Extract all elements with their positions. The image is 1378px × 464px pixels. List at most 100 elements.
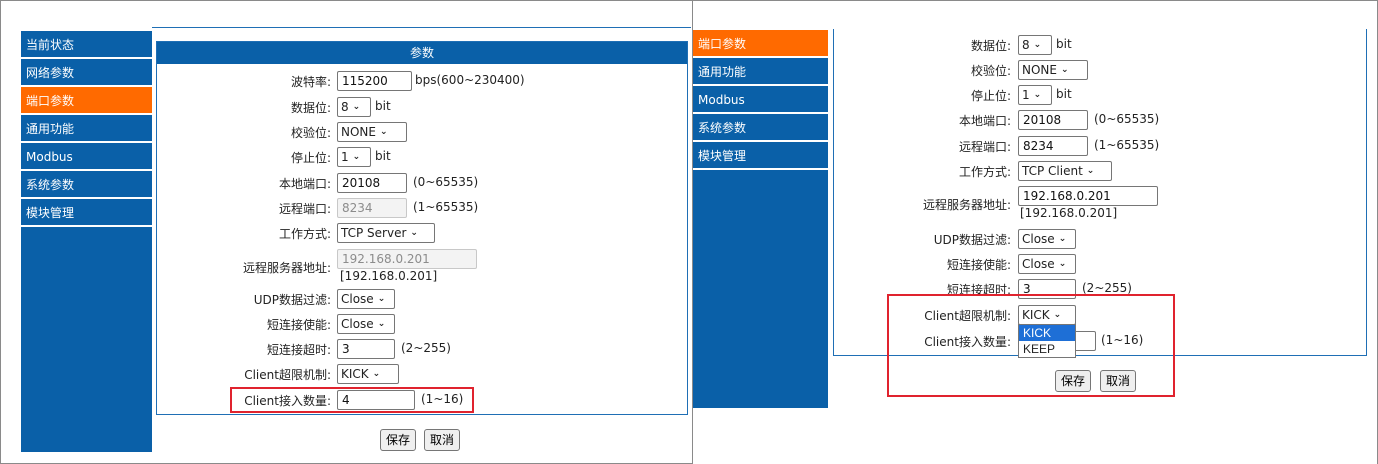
stopbits-value: 1 xyxy=(1022,88,1030,102)
client-limit-dropdown: KICK KEEP xyxy=(1018,324,1076,358)
stopbits-unit: bit xyxy=(375,149,391,163)
client-limit-value: KICK xyxy=(1022,308,1050,322)
udp-filter-select[interactable]: Close ⌄ xyxy=(337,289,395,309)
chevron-down-icon: ⌄ xyxy=(377,319,386,329)
parity-value: NONE xyxy=(1022,63,1057,77)
remote-port-input[interactable]: 8234 xyxy=(1018,136,1088,156)
stopbits-unit: bit xyxy=(1056,87,1072,101)
client-limit-value: KICK xyxy=(341,367,369,381)
parity-label: 校验位: xyxy=(970,64,1011,78)
databits-row: 数据位: 8 ⌄ bit xyxy=(1,97,691,117)
short-timeout-row: 短连接超时: 3 (2~255) xyxy=(1,339,691,359)
short-conn-select[interactable]: Close ⌄ xyxy=(1018,254,1076,274)
client-count-hint: (1~16) xyxy=(421,392,464,406)
databits-unit: bit xyxy=(375,99,391,113)
databits-label: 数据位: xyxy=(290,101,331,115)
local-port-input[interactable]: 20108 xyxy=(337,173,407,193)
remote-port-label: 远程端口: xyxy=(278,202,331,216)
work-mode-label: 工作方式: xyxy=(278,227,331,241)
client-count-input[interactable]: 4 xyxy=(337,390,415,410)
stopbits-select[interactable]: 1 ⌄ xyxy=(337,147,371,167)
remote-port-input[interactable]: 8234 xyxy=(337,198,407,218)
server-addr-resolved: [192.168.0.201] xyxy=(1020,206,1118,220)
stopbits-row: 停止位: 1 ⌄ bit xyxy=(693,85,1373,105)
chevron-down-icon: ⌄ xyxy=(372,369,381,379)
udp-filter-select[interactable]: Close ⌄ xyxy=(1018,229,1076,249)
stopbits-select[interactable]: 1 ⌄ xyxy=(1018,85,1052,105)
databits-select[interactable]: 8 ⌄ xyxy=(1018,35,1052,55)
parity-value: NONE xyxy=(341,125,376,139)
local-port-input[interactable]: 20108 xyxy=(1018,110,1088,130)
server-addr-input[interactable]: 192.168.0.201 xyxy=(337,249,477,269)
local-port-hint: (0~65535) xyxy=(1094,112,1160,126)
remote-port-row: 远程端口: 8234 (1~65535) xyxy=(1,198,691,218)
dropdown-option-keep[interactable]: KEEP xyxy=(1019,341,1075,357)
chevron-down-icon: ⌄ xyxy=(1086,166,1095,176)
parity-row: 校验位: NONE ⌄ xyxy=(1,122,691,142)
local-port-label: 本地端口: xyxy=(278,177,331,191)
local-port-hint: (0~65535) xyxy=(413,175,479,189)
databits-select[interactable]: 8 ⌄ xyxy=(337,97,371,117)
udp-filter-value: Close xyxy=(341,292,374,306)
server-addr-label: 远程服务器地址: xyxy=(242,261,331,275)
server-addr-label: 远程服务器地址: xyxy=(922,198,1011,212)
baud-hint: bps(600~230400) xyxy=(415,73,525,87)
chevron-down-icon: ⌄ xyxy=(379,127,388,137)
client-limit-select[interactable]: KICK ⌄ xyxy=(337,364,399,384)
baud-input[interactable]: 115200 xyxy=(337,71,412,91)
chevron-down-icon: ⌄ xyxy=(410,228,418,238)
server-addr-row: 远程服务器地址: 192.168.0.201 [192.168.0.201] xyxy=(1,249,691,285)
short-conn-value: Close xyxy=(341,317,374,331)
short-timeout-input[interactable]: 3 xyxy=(1018,279,1076,299)
short-conn-row: 短连接使能: Close ⌄ xyxy=(693,254,1373,274)
dropdown-option-kick[interactable]: KICK xyxy=(1019,325,1075,341)
right-screenshot-pane: 端口参数 通用功能 Modbus 系统参数 模块管理 数据位: 8 ⌄ bit 校… xyxy=(693,0,1378,464)
client-count-row: Client接入数量: 4 (1~16) xyxy=(1,390,691,410)
parity-row: 校验位: NONE ⌄ xyxy=(693,60,1373,80)
stopbits-label: 停止位: xyxy=(290,151,331,165)
server-addr-input[interactable]: 192.168.0.201 xyxy=(1018,186,1158,206)
remote-port-hint: (1~65535) xyxy=(413,200,479,214)
parity-label: 校验位: xyxy=(290,126,331,140)
save-button[interactable]: 保存 xyxy=(380,429,417,451)
databits-row: 数据位: 8 ⌄ bit xyxy=(693,35,1373,55)
stopbits-row: 停止位: 1 ⌄ bit xyxy=(1,147,691,167)
short-conn-select[interactable]: Close ⌄ xyxy=(337,314,395,334)
udp-filter-value: Close xyxy=(1022,232,1055,246)
short-timeout-label: 短连接超时: xyxy=(946,283,1011,297)
client-limit-label: Client超限机制: xyxy=(244,368,331,382)
remote-port-row: 远程端口: 8234 (1~65535) xyxy=(693,136,1373,156)
client-count-hint: (1~16) xyxy=(1101,333,1144,347)
databits-value: 8 xyxy=(1022,38,1030,52)
short-conn-label: 短连接使能: xyxy=(946,258,1011,272)
short-timeout-label: 短连接超时: xyxy=(266,343,331,357)
chevron-down-icon: ⌄ xyxy=(1060,65,1069,75)
remote-port-hint: (1~65535) xyxy=(1094,138,1160,152)
udp-filter-label: UDP数据过滤: xyxy=(253,293,331,307)
local-port-row: 本地端口: 20108 (0~65535) xyxy=(1,173,691,193)
save-button[interactable]: 保存 xyxy=(1055,370,1092,392)
short-timeout-hint: (2~255) xyxy=(401,341,451,355)
client-limit-select[interactable]: KICK ⌄ xyxy=(1018,305,1076,325)
databits-value: 8 xyxy=(341,100,349,114)
parity-select[interactable]: NONE ⌄ xyxy=(337,122,407,142)
cancel-button[interactable]: 取消 xyxy=(1100,370,1137,392)
cancel-button[interactable]: 取消 xyxy=(424,429,461,451)
left-screenshot-pane: 当前状态 网络参数 端口参数 通用功能 Modbus 系统参数 模块管理 参数 … xyxy=(0,0,693,464)
work-mode-row: 工作方式: TCP Client ⌄ xyxy=(693,161,1373,181)
panel-title: 参数 xyxy=(157,42,687,64)
parity-select[interactable]: NONE ⌄ xyxy=(1018,60,1088,80)
panel-top-rule xyxy=(152,27,691,28)
chevron-down-icon: ⌄ xyxy=(1053,310,1062,320)
databits-unit: bit xyxy=(1056,37,1072,51)
short-timeout-input[interactable]: 3 xyxy=(337,339,395,359)
udp-filter-row: UDP数据过滤: Close ⌄ xyxy=(693,229,1373,249)
short-timeout-hint: (2~255) xyxy=(1082,281,1132,295)
work-mode-select[interactable]: TCP Client ⌄ xyxy=(1018,161,1112,181)
baud-row: 波特率: 115200 bps(600~230400) xyxy=(1,71,691,91)
short-conn-value: Close xyxy=(1022,257,1055,271)
server-addr-resolved: [192.168.0.201] xyxy=(340,269,438,283)
remote-port-label: 远程端口: xyxy=(958,140,1011,154)
nav-item-current-status[interactable]: 当前状态 xyxy=(21,31,152,59)
work-mode-select[interactable]: TCP Server ⌄ xyxy=(337,223,435,243)
